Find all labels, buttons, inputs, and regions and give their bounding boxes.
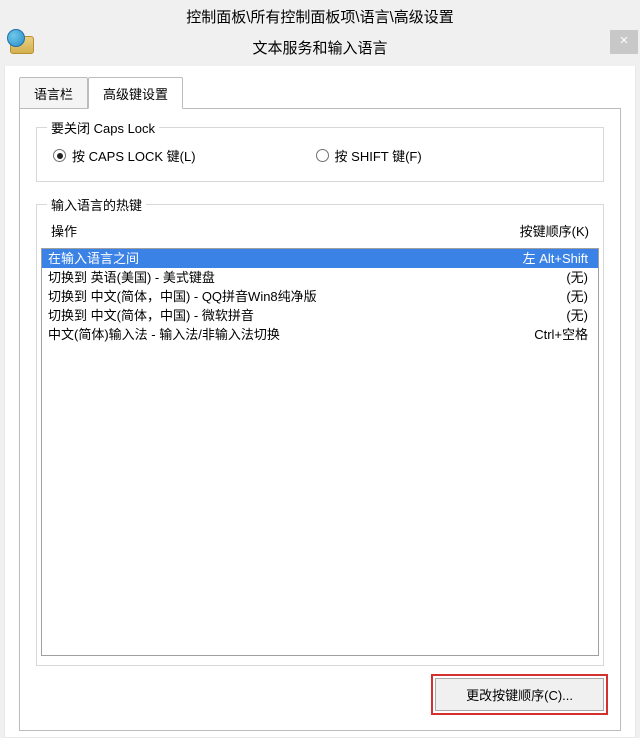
language-globe-icon [10,36,34,54]
cell-action: 在输入语言之间 [48,250,498,267]
hotkeys-list-header: 操作 按键顺序(K) [37,215,603,248]
col-action-label: 操作 [51,221,479,240]
cell-action: 切换到 中文(简体，中国) - QQ拼音Win8纯净版 [48,288,498,305]
radio-icon [316,149,329,162]
cell-action: 切换到 英语(美国) - 美式键盘 [48,269,498,286]
dialog-header: 控制面板\所有控制面板项\语言\高级设置 文本服务和输入语言 × [0,0,640,66]
cell-action: 中文(简体)输入法 - 输入法/非输入法切换 [48,326,498,343]
radio-label: 按 CAPS LOCK 键(L) [72,146,196,165]
list-item[interactable]: 切换到 中文(简体，中国) - 微软拼音(无) [42,306,598,325]
hotkeys-list[interactable]: 在输入语言之间左 Alt+Shift切换到 英语(美国) - 美式键盘(无)切换… [41,248,599,656]
capslock-radio-row: 按 CAPS LOCK 键(L) 按 SHIFT 键(F) [53,142,587,165]
tab-content: 要关闭 Caps Lock 按 CAPS LOCK 键(L) 按 SHIFT 键… [19,109,621,731]
tab-advanced-keys[interactable]: 高级键设置 [88,77,183,109]
radio-label: 按 SHIFT 键(F) [335,146,422,165]
cell-keys: (无) [498,307,588,324]
cell-keys: (无) [498,269,588,286]
hotkeys-legend: 输入语言的热键 [47,195,146,214]
list-item[interactable]: 中文(简体)输入法 - 输入法/非输入法切换Ctrl+空格 [42,325,598,344]
hotkeys-group: 输入语言的热键 操作 按键顺序(K) 在输入语言之间左 Alt+Shift切换到… [36,204,604,666]
close-button[interactable]: × [610,30,638,54]
capslock-legend: 要关闭 Caps Lock [47,118,159,137]
dialog-body: 语言栏 高级键设置 要关闭 Caps Lock 按 CAPS LOCK 键(L)… [4,66,636,738]
tab-language-bar[interactable]: 语言栏 [19,77,88,109]
breadcrumb: 控制面板\所有控制面板项\语言\高级设置 [0,4,640,27]
radio-press-shift[interactable]: 按 SHIFT 键(F) [316,146,422,165]
dialog-title: 文本服务和输入语言 [0,27,640,58]
cell-keys: Ctrl+空格 [498,326,588,343]
button-row: 更改按键顺序(C)... [36,666,604,711]
col-keys-label: 按键顺序(K) [479,221,589,240]
tab-row: 语言栏 高级键设置 [19,76,621,109]
list-item[interactable]: 切换到 英语(美国) - 美式键盘(无) [42,268,598,287]
cell-action: 切换到 中文(简体，中国) - 微软拼音 [48,307,498,324]
capslock-group: 要关闭 Caps Lock 按 CAPS LOCK 键(L) 按 SHIFT 键… [36,127,604,182]
cell-keys: (无) [498,288,588,305]
cell-keys: 左 Alt+Shift [498,250,588,267]
list-item[interactable]: 切换到 中文(简体，中国) - QQ拼音Win8纯净版(无) [42,287,598,306]
list-item[interactable]: 在输入语言之间左 Alt+Shift [42,249,598,268]
change-key-sequence-button[interactable]: 更改按键顺序(C)... [435,678,604,711]
radio-press-capslock[interactable]: 按 CAPS LOCK 键(L) [53,146,196,165]
radio-icon [53,149,66,162]
